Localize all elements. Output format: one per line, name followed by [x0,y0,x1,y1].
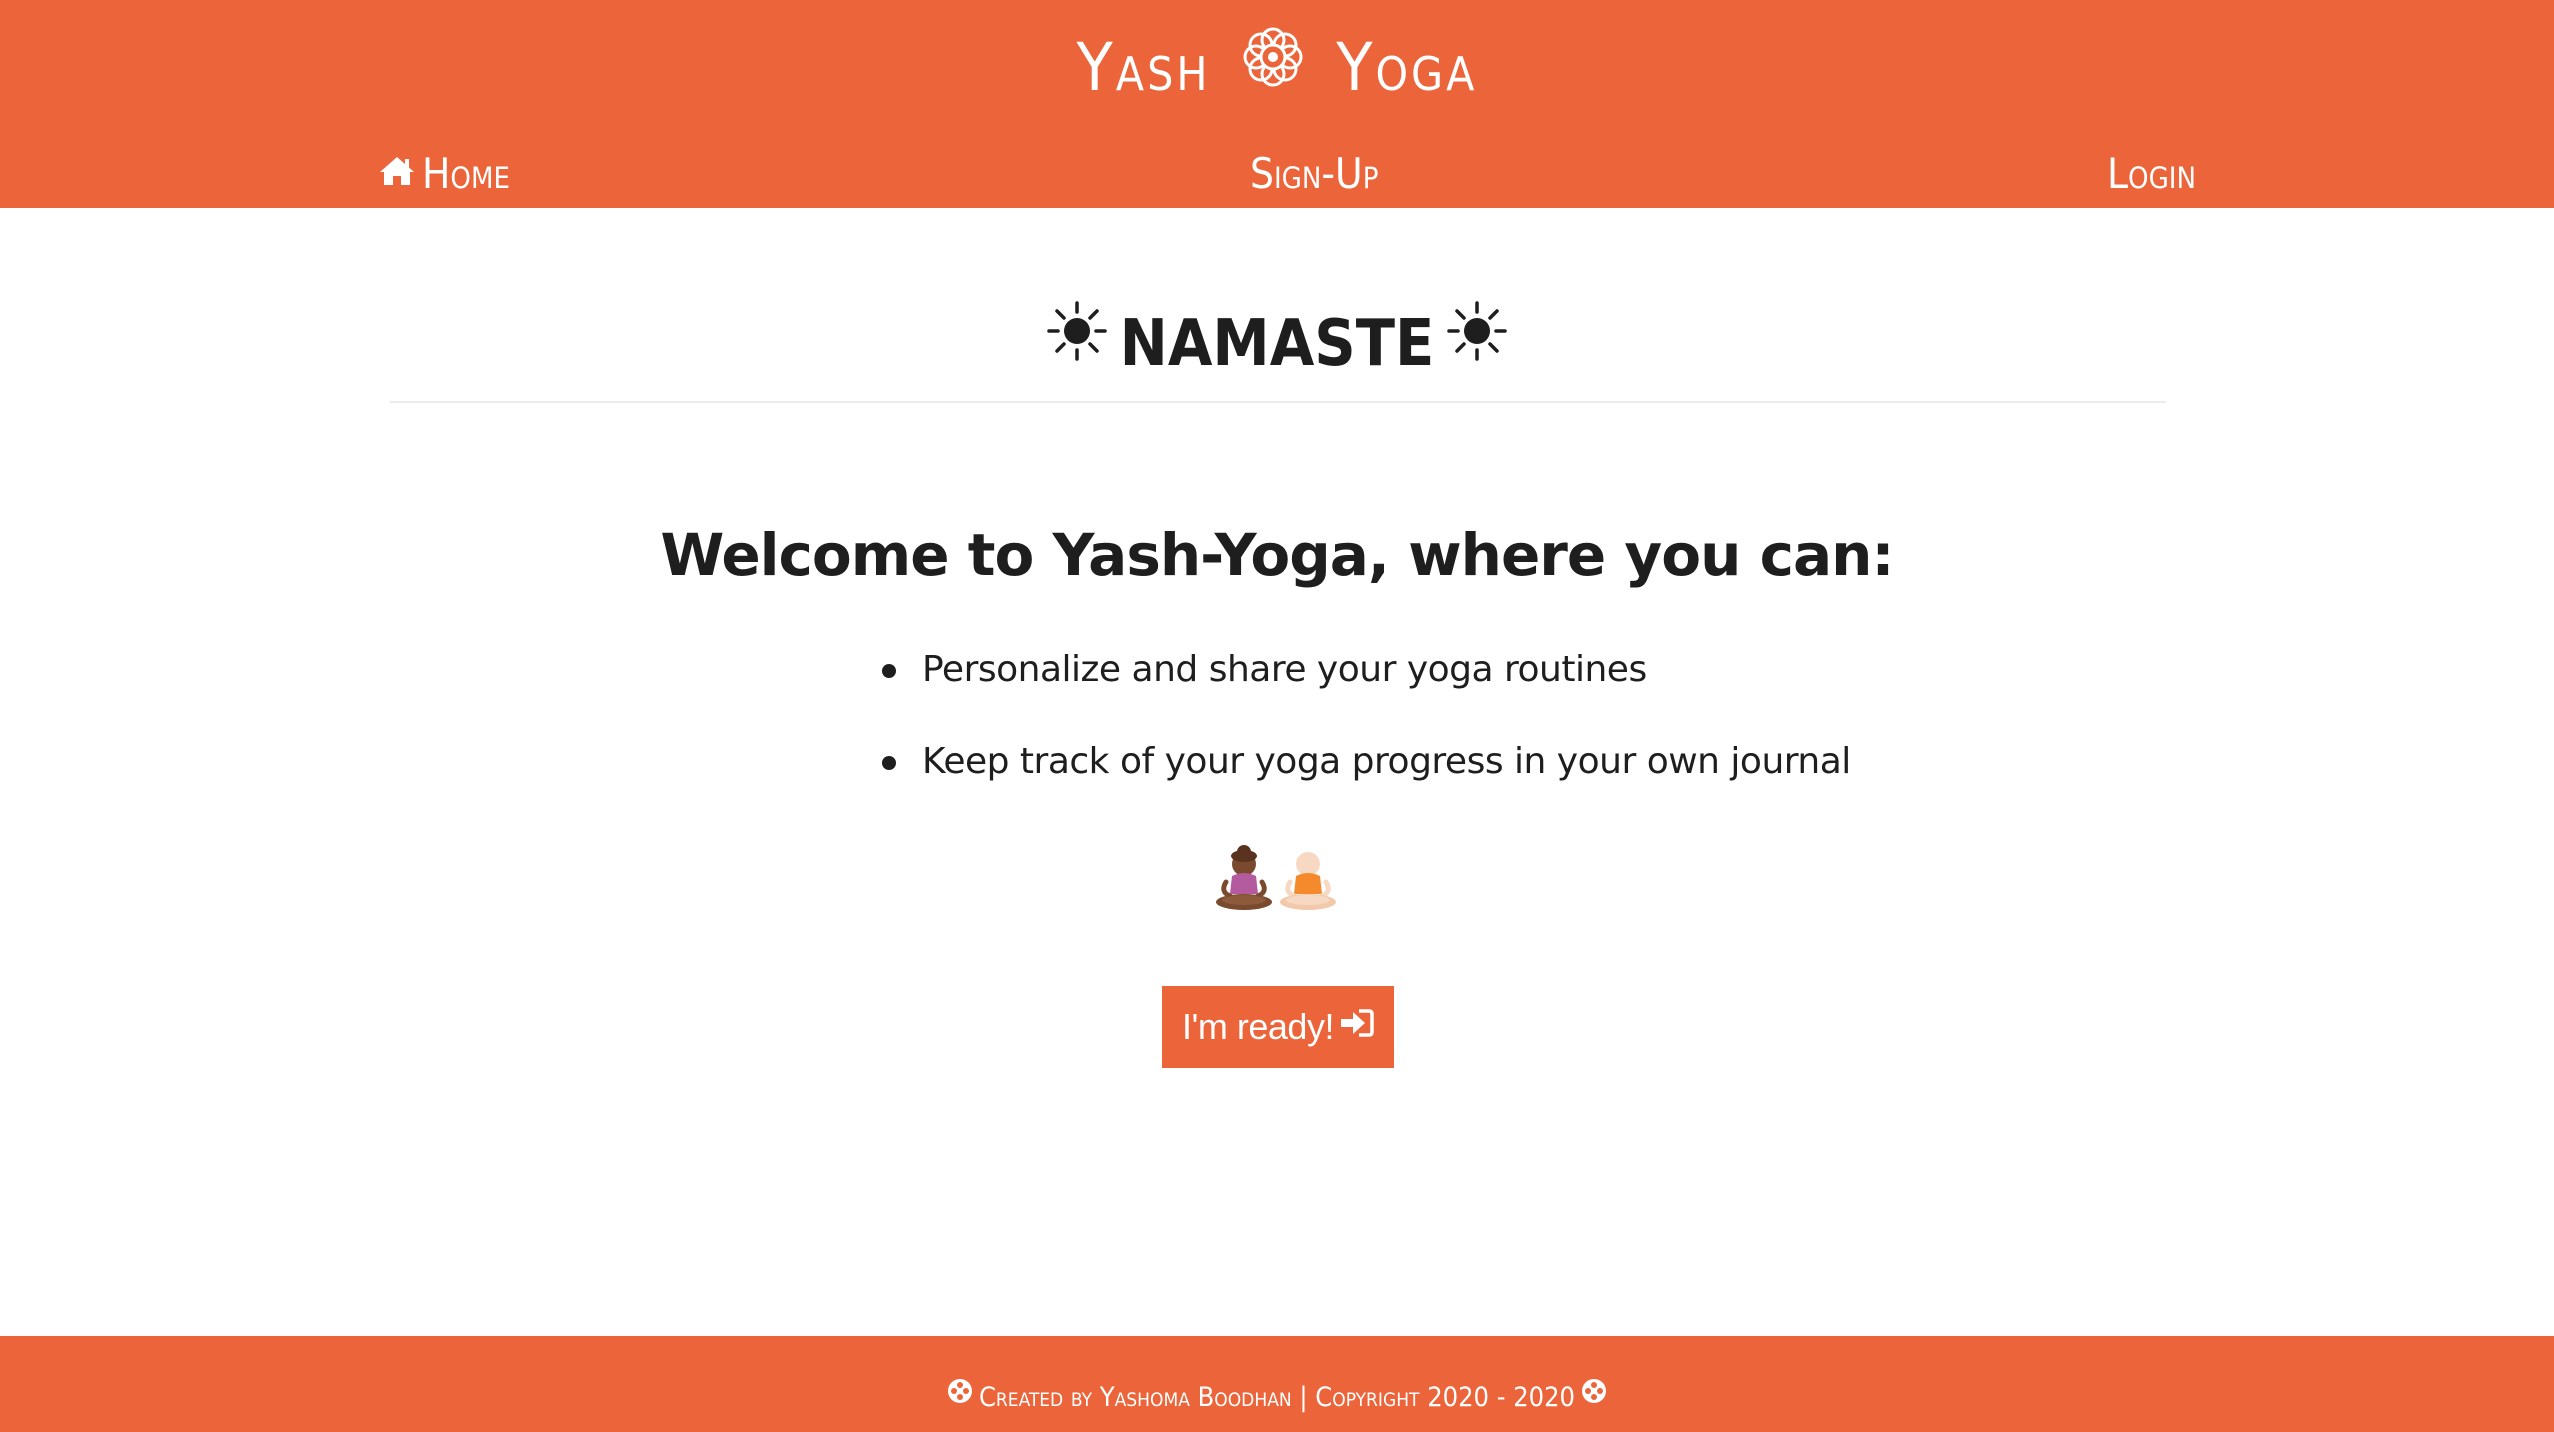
greeting-heading: NAMASTE [0,299,2554,392]
flower-icon [947,1376,973,1416]
brand-name-left: Yash [1076,29,1211,106]
im-ready-button[interactable]: I'm ready! [1162,986,1394,1068]
home-icon [378,143,416,203]
nav-home-link[interactable]: Home [378,144,510,204]
greeting-text: NAMASTE [1119,306,1435,381]
sun-icon [1046,296,1108,386]
flower-icon [1242,16,1304,116]
ready-button-label: I'm ready! [1182,1006,1334,1047]
flower-icon [1581,1376,1607,1416]
welcome-heading: Welcome to Yash-Yoga, where you can: [660,521,1894,590]
feature-item: Personalize and share your yoga routines [870,630,1851,722]
sun-icon [1446,296,1508,386]
nav-signup-label: Sign-Up [1250,149,1379,198]
nav-login-link[interactable]: Login [2107,144,2196,204]
feature-list: Personalize and share your yoga routines… [870,630,1851,814]
site-footer: Created by Yashoma Boodhan | Copyright 2… [0,1336,2554,1432]
footer-text: Created by Yashoma Boodhan | Copyright 2… [978,1382,1576,1413]
meditating-people-icon [1212,842,1342,914]
bullet-icon [882,664,896,678]
nav-login-label: Login [2107,149,2196,198]
sign-in-icon [1340,985,1374,1067]
bullet-icon [882,756,896,770]
nav-home-label: Home [422,149,510,198]
feature-text: Keep track of your yoga progress in your… [922,741,1851,782]
site-header: Yash Yoga Home Sign-Up Login [0,0,2554,208]
brand-name-right: Yoga [1336,29,1478,106]
section-divider [390,401,2166,403]
feature-item: Keep track of your yoga progress in your… [870,722,1851,814]
feature-text: Personalize and share your yoga routines [922,649,1647,690]
brand-logo[interactable]: Yash Yoga [0,18,2554,122]
footer-credits: Created by Yashoma Boodhan | Copyright 2… [0,1378,2554,1419]
nav-signup-link[interactable]: Sign-Up [1250,144,1378,204]
